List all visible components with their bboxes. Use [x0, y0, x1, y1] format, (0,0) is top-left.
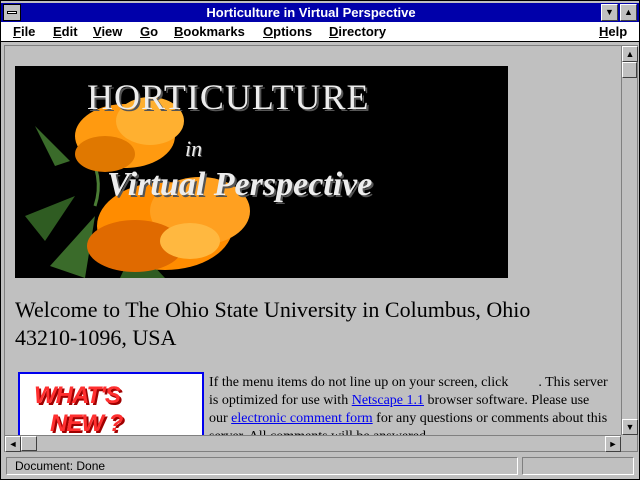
menu-file-label: ile — [20, 24, 36, 39]
whats-new-line2: NEW ? — [50, 410, 123, 435]
page-viewport[interactable]: HORTICULTURE in Virtual Perspective Welc… — [5, 46, 621, 435]
menu-help-label: elp — [608, 24, 628, 39]
menu-bookmarks[interactable]: Bookmarks — [174, 24, 245, 40]
comment-form-link[interactable]: electronic comment form — [231, 411, 373, 426]
menu-options[interactable]: Options — [263, 24, 312, 40]
banner-title: HORTICULTURE — [87, 77, 370, 117]
leaf-1 — [35, 126, 70, 166]
menu-go[interactable]: Go — [140, 24, 158, 40]
horizontal-scrollbar[interactable]: ◄ ► — [5, 435, 621, 452]
status-bar: Document: Done — [4, 455, 638, 477]
menu-go-label: o — [150, 24, 159, 39]
title-bar[interactable]: Horticulture in Virtual Perspective ▼ ▲ — [1, 3, 639, 22]
menu-edit-accel: E — [53, 24, 62, 39]
system-menu-button[interactable] — [3, 4, 21, 21]
horizontal-scroll-thumb[interactable] — [21, 436, 37, 451]
menu-file-accel: F — [13, 24, 21, 39]
minimize-button[interactable]: ▼ — [601, 4, 618, 21]
menu-help[interactable]: Help — [599, 24, 627, 40]
intro-text-1: If the menu items do not line up on your… — [209, 375, 509, 390]
intro-paragraph: If the menu items do not line up on your… — [209, 374, 609, 435]
menu-view[interactable]: View — [93, 24, 122, 40]
whats-new-line1: WHAT'S — [34, 382, 121, 409]
leaf-2 — [25, 196, 75, 241]
lower-petal-4 — [160, 223, 220, 259]
netscape-link[interactable]: Netscape 1.1 — [352, 393, 424, 408]
scroll-right-button[interactable]: ► — [605, 436, 621, 452]
vertical-scrollbar[interactable]: ▲ ▼ — [621, 46, 638, 435]
menu-view-label: iew — [101, 24, 123, 39]
menu-file[interactable]: File — [13, 24, 35, 40]
scroll-left-button[interactable]: ◄ — [5, 436, 21, 452]
menu-edit-label: dit — [61, 24, 78, 39]
system-menu-icon — [7, 11, 17, 14]
scrollbar-corner — [621, 435, 637, 451]
menu-bar: File Edit View Go Bookmarks Options Dire… — [1, 22, 639, 42]
menu-go-accel: G — [140, 24, 151, 39]
menu-directory-accel: D — [329, 24, 339, 39]
menu-help-accel: H — [599, 24, 609, 39]
content-frame: HORTICULTURE in Virtual Perspective Welc… — [4, 45, 638, 452]
browser-window: Horticulture in Virtual Perspective ▼ ▲ … — [0, 0, 640, 480]
menu-options-label: ptions — [273, 24, 313, 39]
scroll-down-button[interactable]: ▼ — [622, 419, 638, 435]
window-title: Horticulture in Virtual Perspective — [206, 5, 416, 20]
menu-directory-label: irectory — [338, 24, 387, 39]
menu-options-accel: O — [263, 24, 274, 39]
progress-indicator — [522, 457, 634, 475]
welcome-heading: Welcome to The Ohio State University in … — [15, 297, 531, 350]
scroll-up-button[interactable]: ▲ — [622, 46, 638, 62]
status-text: Document: Done — [6, 457, 518, 475]
menu-bookmarks-accel: B — [174, 24, 184, 39]
maximize-button[interactable]: ▲ — [620, 4, 637, 21]
menu-directory[interactable]: Directory — [329, 24, 386, 40]
menu-edit[interactable]: Edit — [53, 24, 78, 40]
menu-bookmarks-label: ookmarks — [183, 24, 245, 39]
banner-image: HORTICULTURE in Virtual Perspective — [15, 66, 508, 278]
banner-in: in — [185, 136, 203, 161]
whats-new-link[interactable]: WHAT'S NEW ? — [18, 372, 204, 435]
vertical-scroll-thumb[interactable] — [622, 62, 637, 78]
banner-subtitle: Virtual Perspective — [107, 166, 373, 203]
